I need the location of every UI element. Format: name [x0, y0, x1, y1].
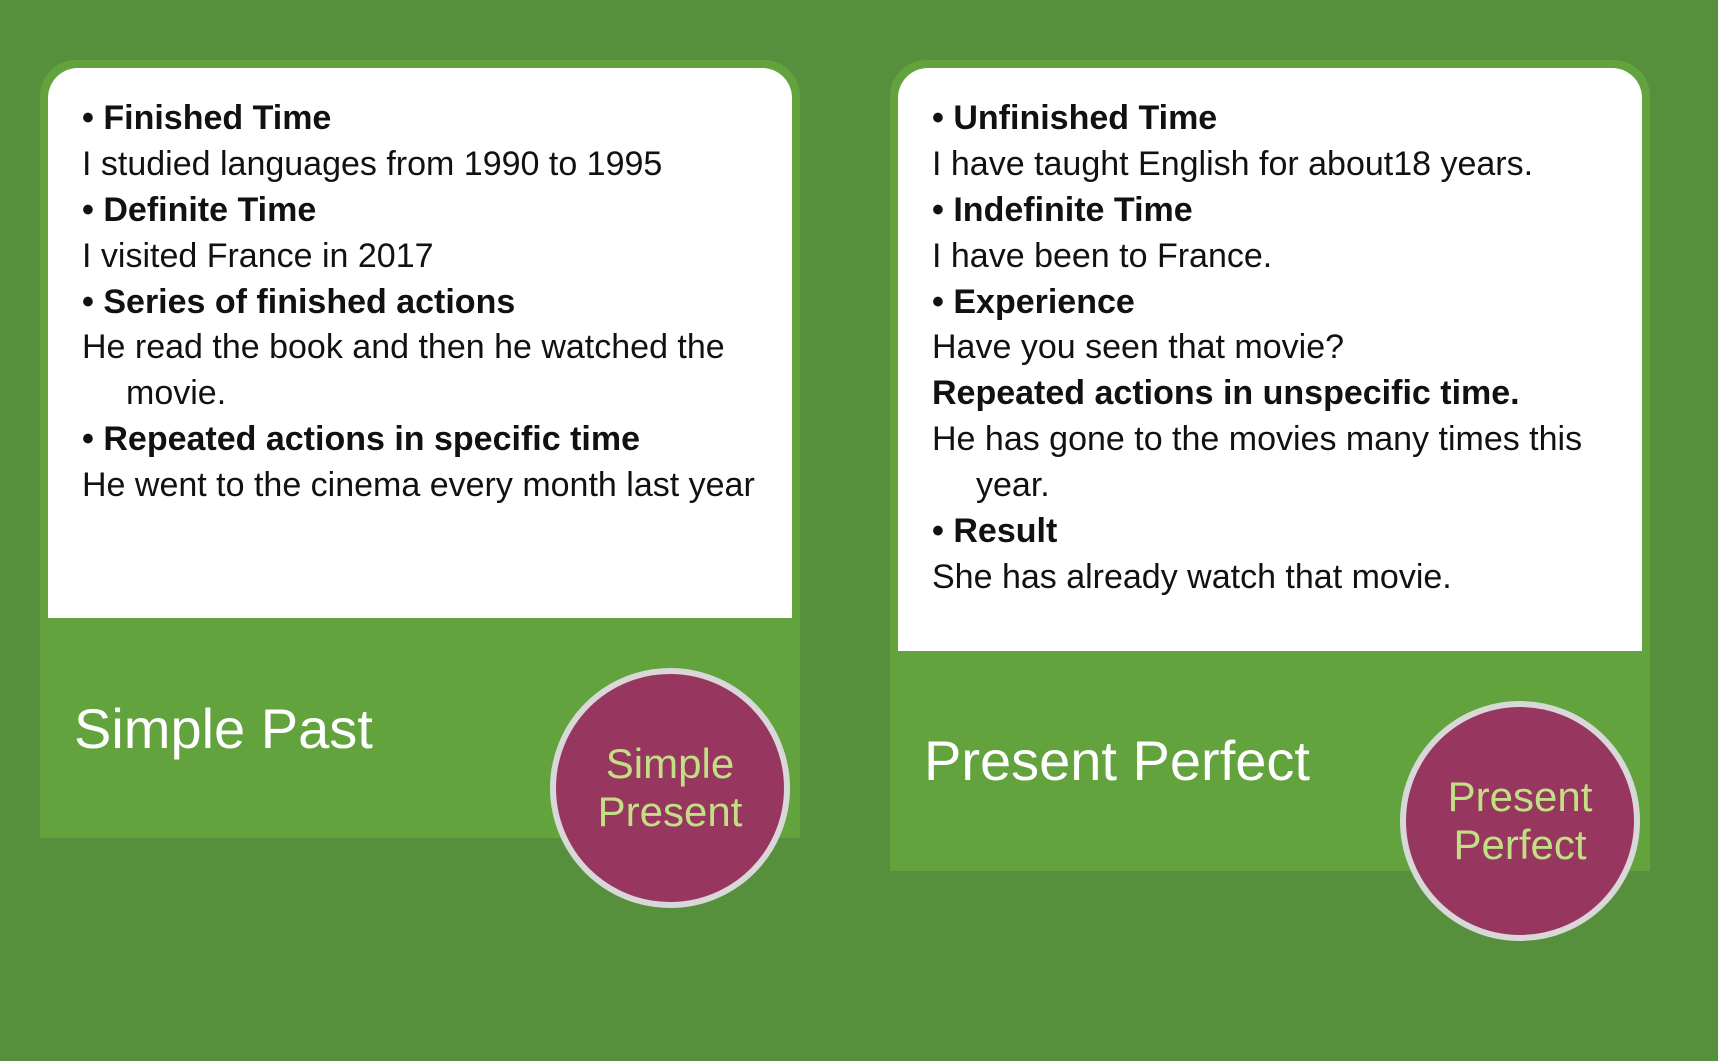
example-text: I visited France in 2017: [82, 234, 758, 280]
card-body: Unfinished Time I have taught English fo…: [898, 68, 1642, 651]
card-title: Simple Past: [74, 696, 373, 761]
example-text: He read the book and then he watched the…: [82, 325, 758, 417]
badge-line: Simple: [606, 740, 734, 788]
example-text: He went to the cinema every month last y…: [82, 463, 758, 509]
card-footer: Present Perfect Present Perfect: [890, 651, 1650, 871]
bullet-heading-nobullet: Repeated actions in unspecific time.: [932, 371, 1608, 417]
example-text: I studied languages from 1990 to 1995: [82, 142, 758, 188]
card-title: Present Perfect: [924, 728, 1310, 793]
bullet-heading: Series of finished actions: [82, 280, 758, 326]
bullet-heading: Repeated actions in specific time: [82, 417, 758, 463]
bullet-heading: Finished Time: [82, 96, 758, 142]
bullet-heading: Result: [932, 509, 1608, 555]
card-body: Finished Time I studied languages from 1…: [48, 68, 792, 618]
example-text: He has gone to the movies many times thi…: [932, 417, 1608, 509]
badge-line: Present: [1448, 773, 1593, 821]
slide-stage: Finished Time I studied languages from 1…: [0, 0, 1718, 1061]
bullet-heading: Experience: [932, 280, 1608, 326]
bullet-heading: Unfinished Time: [932, 96, 1608, 142]
badge-line: Perfect: [1453, 821, 1586, 869]
badge-circle: Present Perfect: [1400, 701, 1640, 941]
badge-line: Present: [598, 788, 743, 836]
bullet-heading: Indefinite Time: [932, 188, 1608, 234]
card-present-perfect: Unfinished Time I have taught English fo…: [890, 60, 1650, 871]
example-text: I have been to France.: [932, 234, 1608, 280]
badge-circle: Simple Present: [550, 668, 790, 908]
example-text: I have taught English for about18 years.: [932, 142, 1608, 188]
card-footer: Simple Past Simple Present: [40, 618, 800, 838]
bullet-heading: Definite Time: [82, 188, 758, 234]
card-simple-past: Finished Time I studied languages from 1…: [40, 60, 800, 838]
example-text: She has already watch that movie.: [932, 555, 1608, 601]
example-text: Have you seen that movie?: [932, 325, 1608, 371]
